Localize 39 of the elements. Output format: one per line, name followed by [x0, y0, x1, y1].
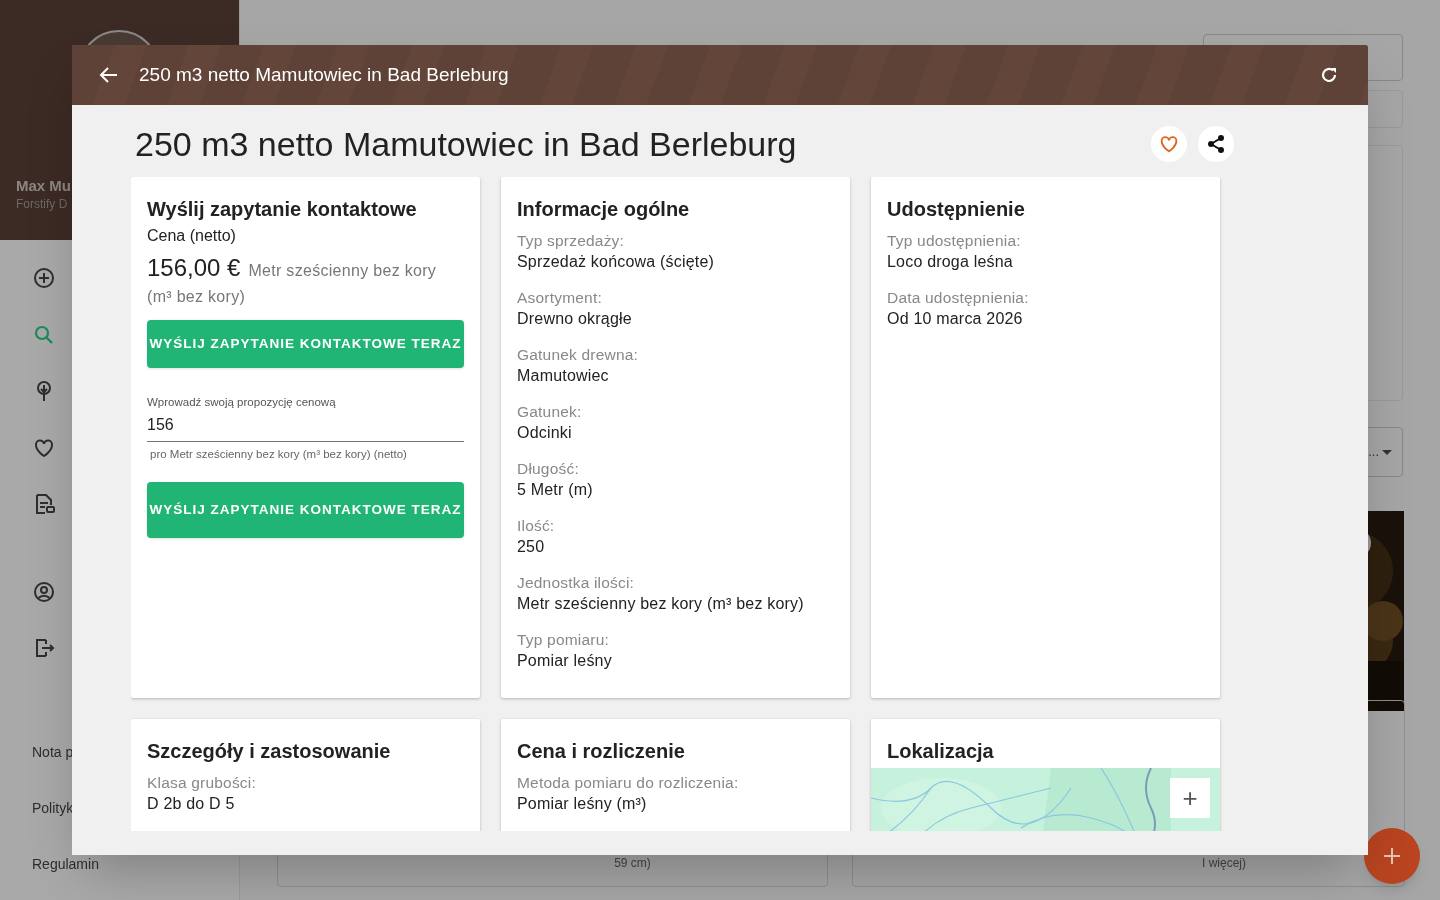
field-value: Odcinki	[517, 423, 573, 443]
field-value: Drewno okrągłe	[517, 309, 633, 329]
price-text: 156,00 € Metr sześcienny bez kory (m³ bez kory)	[147, 255, 438, 307]
card-title: Wyślij zapytanie kontaktowe	[147, 197, 418, 221]
listing-heading: 250 m3 netto Mamutowiec in Bad Berleburg	[134, 124, 798, 165]
card-title: Lokalizacja	[887, 739, 995, 763]
field-label: Klasa grubości:	[147, 773, 257, 793]
field-label: Typ udostępnienia:	[887, 231, 1022, 251]
card-title: Cena i rozliczenie	[517, 739, 686, 763]
field-value: Sprzedaż końcowa (ścięte)	[517, 252, 716, 272]
card-title: Szczegóły i zastosowanie	[147, 739, 392, 763]
field-value: Pomiar leśny	[517, 651, 613, 671]
field-label: Typ sprzedaży:	[517, 231, 626, 251]
helper-text: pro Metr sześcienny bez kory (m³ bez kory) (netto)	[149, 447, 408, 462]
field-label: Typ pomiaru:	[517, 630, 610, 650]
field-label: Data udostępnienia:	[887, 288, 1030, 308]
card-title: Udostępnienie	[887, 197, 1026, 221]
field-value: D 2b do D 5	[147, 794, 236, 814]
card-text: 59 cm)	[613, 855, 651, 872]
field-value: 250	[517, 537, 546, 557]
field-value: Metr sześcienny bez kory (m³ bez kory)	[517, 594, 805, 614]
field-label: Ilość:	[517, 516, 556, 536]
field-value: Loco droga leśna	[887, 252, 1014, 272]
field-value: Od 10 marca 2026	[887, 309, 1024, 329]
card-text: I więcej)	[1202, 855, 1246, 872]
company-name: Forstify D	[16, 196, 68, 212]
card-title: Informacje ogólne	[517, 197, 691, 221]
field-value: Mamutowiec	[517, 366, 610, 386]
user-name: Max Mu	[16, 176, 71, 196]
dialog-title: 250 m3 netto Mamutowiec in Bad Berleburg	[139, 62, 510, 87]
field-label: Gatunek:	[517, 402, 583, 422]
field-label: Gatunek drewna:	[517, 345, 640, 365]
field-value: 5 Metr (m)	[517, 480, 594, 500]
price-label: Cena (netto)	[147, 226, 237, 246]
field-value: Pomiar leśny (m³)	[517, 794, 648, 814]
field-label: Metoda pomiaru do rozliczenia:	[517, 773, 740, 793]
field-label: Długość:	[517, 459, 580, 479]
field-label: Asortyment:	[517, 288, 603, 308]
field-label: Jednostka ilości:	[517, 573, 636, 593]
